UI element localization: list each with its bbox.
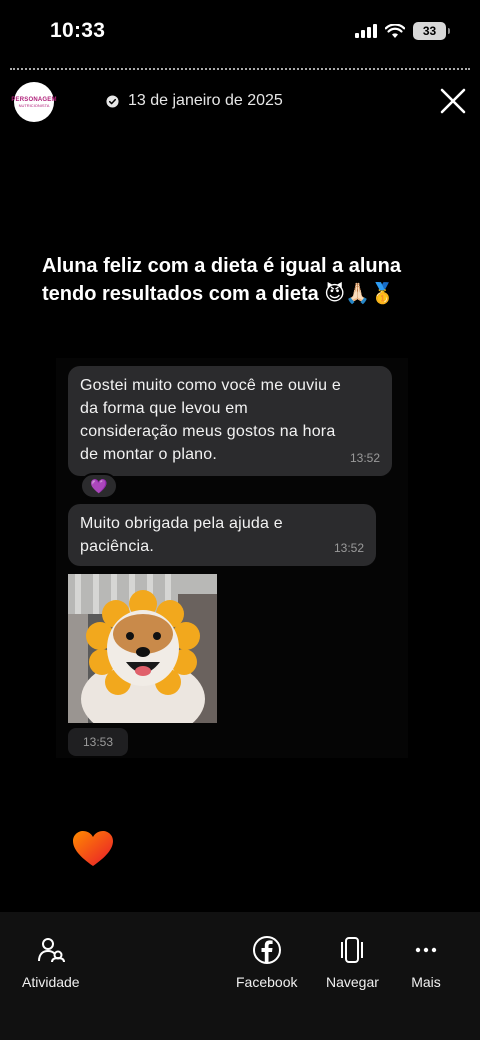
facebook-icon — [251, 934, 283, 966]
verified-badge-icon — [106, 95, 119, 108]
story-frame[interactable]: PERSONAGEM NUTRICIONISTA 13 de janeiro d… — [0, 60, 480, 912]
chat-message: Muito obrigada pela ajuda e paciência. 1… — [68, 504, 376, 566]
activity-label: Atividade — [22, 974, 80, 990]
bottom-action-bar: Atividade Facebook Navegar Mais — [0, 912, 480, 1040]
message-time: 13:52 — [333, 541, 364, 555]
message-text: Gostei muito como você me ouviu e da for… — [80, 377, 341, 463]
story-date: 13 de janeiro de 2025 — [128, 92, 283, 109]
message-text: Muito obrigada pela ajuda e paciência. — [80, 515, 283, 555]
close-icon[interactable] — [438, 86, 468, 116]
facebook-label: Facebook — [236, 974, 298, 990]
activity-button[interactable]: Atividade — [22, 934, 80, 990]
battery-icon: 33 — [413, 22, 450, 40]
status-time: 10:33 — [50, 19, 106, 42]
status-bar: 10:33 33 — [0, 0, 480, 62]
photo-time: 13:53 — [68, 728, 128, 756]
browse-button[interactable]: Navegar — [326, 934, 379, 990]
wifi-icon — [385, 23, 405, 38]
dog-sunflower-photo — [68, 574, 217, 723]
browse-label: Navegar — [326, 974, 379, 990]
people-icon — [35, 934, 67, 966]
story-progress-bar — [10, 68, 470, 70]
carousel-icon — [336, 934, 368, 966]
cellular-signal-icon — [355, 24, 377, 38]
facebook-button[interactable]: Facebook — [236, 934, 297, 990]
status-icons: 33 — [355, 22, 450, 40]
chat-message: Gostei muito como você me ouviu e da for… — [68, 366, 392, 476]
message-time: 13:52 — [349, 451, 380, 465]
heart-sticker-icon — [73, 831, 113, 866]
story-header: PERSONAGEM NUTRICIONISTA 13 de janeiro d… — [11, 82, 468, 122]
heart-reaction-icon: 💜 — [80, 473, 118, 499]
more-label: Mais — [411, 974, 441, 990]
avatar-logo-subtext: NUTRICIONISTA — [18, 102, 50, 108]
more-button[interactable]: Mais — [410, 934, 442, 990]
account-avatar[interactable]: PERSONAGEM NUTRICIONISTA — [11, 82, 56, 122]
more-dots-icon — [410, 934, 442, 966]
story-caption: Aluna feliz com a dieta é igual a aluna … — [42, 255, 401, 305]
chat-screenshot: Gostei muito como você me ouviu e da for… — [56, 358, 408, 758]
